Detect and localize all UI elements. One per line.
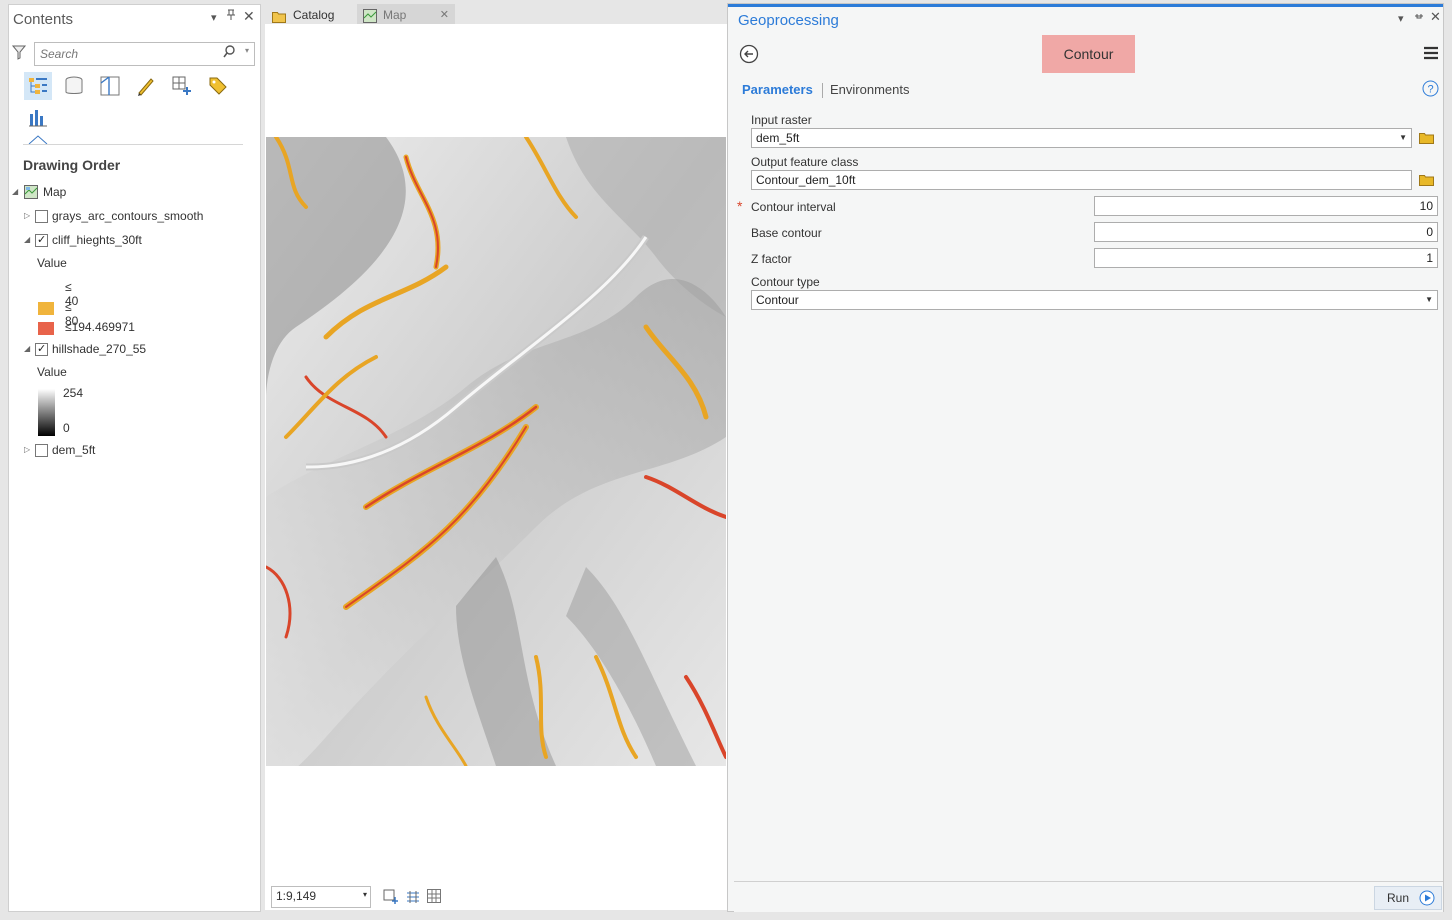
toolbar-divider [23,144,243,145]
required-marker: * [737,198,743,214]
pane-menu-icon[interactable]: ▾ [1398,12,1404,25]
layer-row-cliff-hieghts-30ft[interactable]: ◢ cliff_hieghts_30ft [9,230,249,250]
search-input[interactable]: Search ▾ [34,42,255,66]
layer-visibility-checkbox[interactable] [35,339,48,359]
chevron-down-icon[interactable]: ▼ [1425,291,1433,309]
collapse-arrow-icon[interactable]: ◢ [12,182,18,202]
map-label: Map [43,185,67,199]
scale-selector[interactable]: 1:9,149 ▾ [271,886,371,908]
search-icon[interactable] [223,45,236,61]
base-contour-field[interactable]: 0 [1094,222,1438,242]
list-by-selection-icon[interactable] [96,72,124,100]
layer-visibility-checkbox[interactable] [35,230,48,250]
z-factor-field[interactable]: 1 [1094,248,1438,268]
tool-name: Contour [1042,35,1135,73]
ramp-high-label: 254 [63,386,84,400]
pane-accent-bar [728,4,1443,7]
chevron-down-icon[interactable]: ▾ [363,890,367,899]
tree-map-row[interactable]: ◢ Map [9,182,249,202]
filter-icon[interactable] [11,45,27,63]
legend-value-heading: Value [37,256,67,270]
gp-title: Geoprocessing [738,12,839,29]
output-feature-class-field[interactable]: Contour_dem_10ft [751,170,1412,190]
coordinate-systems-icon[interactable] [405,889,421,908]
search-dropdown-icon[interactable]: ▾ [245,46,249,55]
grid-icon[interactable] [427,889,441,906]
run-button[interactable]: Run [1374,886,1442,910]
expand-arrow-icon[interactable]: ▷ [24,206,30,226]
browse-folder-icon[interactable] [1419,132,1435,144]
contour-type-select[interactable]: Contour ▼ [751,290,1438,310]
layer-name: dem_5ft [52,443,96,457]
map-status-bar: 1:9,149 ▾ [265,882,727,910]
tab-divider [822,83,823,98]
input-raster-field[interactable]: dem_5ft ▼ [751,128,1412,148]
list-charts-icon[interactable] [24,103,52,131]
geoprocessing-pane: Geoprocessing ▾ ✕ Contour Parameters Env… [727,3,1444,912]
layer-row-hillshade-270-55[interactable]: ◢ hillshade_270_55 [9,339,249,359]
layer-row-dem-5ft[interactable]: ▷ dem_5ft [9,440,249,460]
list-by-snapping-icon[interactable] [168,72,196,100]
back-icon[interactable] [739,44,759,67]
auto-hide-icon[interactable] [1414,11,1424,24]
help-icon[interactable]: ? [1422,80,1439,100]
collapse-arrow-icon[interactable]: ◢ [24,230,30,250]
layer-visibility-checkbox[interactable] [35,210,48,223]
legend-value-heading: Value [37,365,67,379]
run-bar: Run [734,881,1443,912]
selection-caret-icon [28,134,48,148]
close-icon[interactable]: ✕ [243,8,255,25]
pane-menu-icon[interactable]: ▾ [211,11,217,24]
navigation-icon[interactable] [383,889,399,908]
pin-icon[interactable] [226,9,236,24]
layer-visibility-checkbox[interactable] [35,444,48,457]
view-tabs: Catalog Map ✕ [263,4,723,26]
map-icon [24,185,38,205]
legend-swatch [38,322,54,335]
ramp-low-label: 0 [63,421,70,435]
drawing-order-heading: Drawing Order [23,157,121,173]
browse-folder-icon[interactable] [1419,174,1435,186]
list-by-editing-icon[interactable] [132,72,160,100]
expand-arrow-icon[interactable]: ▷ [24,440,30,460]
hillshade-map-image[interactable] [264,135,728,783]
list-by-drawing-order-icon[interactable] [24,72,52,100]
hillshade-gradient-ramp [38,389,55,436]
layer-name: grays_arc_contours_smooth [52,209,204,223]
z-factor-label: Z factor [751,252,792,266]
hamburger-menu-icon[interactable] [1424,46,1438,63]
close-tab-icon[interactable]: ✕ [440,4,449,26]
svg-text:?: ? [1427,84,1433,96]
contents-pane: Contents ▾ ✕ Search ▾ Drawing Order ◢ Ma… [8,4,261,912]
base-contour-label: Base contour [751,226,822,240]
layer-row-grays-arc-contours-smooth[interactable]: ▷ grays_arc_contours_smooth [9,206,249,226]
collapse-arrow-icon[interactable]: ◢ [24,339,30,359]
input-raster-label: Input raster [751,113,812,127]
list-by-labeling-icon[interactable] [204,72,232,100]
contour-interval-field[interactable]: 10 [1094,196,1438,216]
tab-map[interactable]: Map ✕ [357,4,455,26]
contour-type-label: Contour type [751,275,820,289]
legend-label: ≤194.469971 [65,320,135,334]
tab-environments[interactable]: Environments [830,82,909,97]
list-by-source-icon[interactable] [60,72,88,100]
layer-name: cliff_hieghts_30ft [52,233,142,247]
legend-swatch [38,302,54,315]
contour-interval-label: Contour interval [751,200,836,214]
tab-parameters[interactable]: Parameters [742,82,813,97]
contents-title: Contents [13,11,74,28]
play-icon [1419,890,1435,913]
legend-swatch [38,282,54,295]
output-feature-class-label: Output feature class [751,155,859,169]
chevron-down-icon[interactable]: ▼ [1399,129,1407,147]
layer-name: hillshade_270_55 [52,342,147,356]
close-icon[interactable]: ✕ [1430,9,1441,25]
